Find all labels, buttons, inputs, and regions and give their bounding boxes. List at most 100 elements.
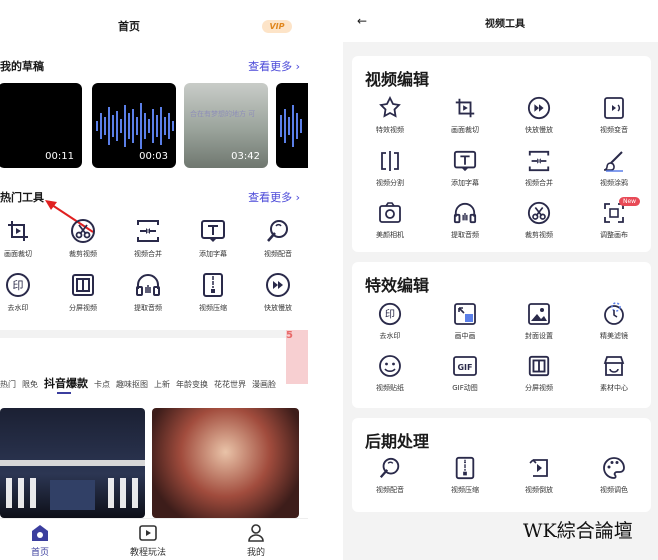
merge-icon <box>137 220 159 242</box>
tool-beauty-camera[interactable]: 美颜相机 <box>360 201 420 240</box>
drafts-more-link[interactable]: 查看更多 › <box>248 58 300 74</box>
tab-beat[interactable]: 卡点 <box>94 380 110 389</box>
split-screen-icon <box>72 274 94 296</box>
hot-tools-more-link[interactable]: 查看更多 › <box>248 189 300 205</box>
tool-label: 添加字幕 <box>199 250 227 258</box>
tool-extract-audio[interactable]: 提取音频 <box>118 272 178 313</box>
nav-label: 我的 <box>246 548 265 558</box>
tool-dubbing[interactable]: 视频配音 <box>360 456 420 495</box>
tab-age[interactable]: 年龄变换 <box>176 380 208 389</box>
split-icon <box>381 151 399 171</box>
tool-effects[interactable]: 特效视频 <box>360 96 420 135</box>
tool-label: 视频分割 <box>376 179 404 187</box>
tool-label: 去水印 <box>379 332 401 340</box>
section-title: 视频编辑 <box>365 70 430 89</box>
tool-materials[interactable]: 素材中心 <box>584 354 644 393</box>
star-icon <box>379 96 401 118</box>
hot-tools-title: 热门工具 <box>0 191 44 204</box>
tab-hot[interactable]: 热门 <box>0 380 16 389</box>
text-icon <box>201 220 225 242</box>
nav-tutorial[interactable]: 教程玩法 <box>118 523 178 558</box>
palette-icon <box>603 457 625 479</box>
video-tools-screen: ← 视频工具 视频编辑 特效视频 画面裁切 快放慢放 视频变音 视频分割 添加字… <box>343 0 658 560</box>
draft-duration: 03:42 <box>231 151 260 162</box>
tool-voice-change[interactable]: 视频变音 <box>584 96 644 135</box>
tool-label: GIF动图 <box>452 384 478 392</box>
draft-item[interactable] <box>276 83 308 168</box>
tool-label: 视频压缩 <box>199 304 227 312</box>
headphones-icon <box>136 274 160 296</box>
tool-cover[interactable]: 封面设置 <box>509 302 569 341</box>
back-arrow-icon[interactable]: ← <box>357 14 367 28</box>
tool-canvas[interactable]: 调整画布 <box>584 201 644 240</box>
crop-icon <box>455 98 475 118</box>
tool-label: 特效视频 <box>376 126 404 134</box>
tool-trim[interactable]: 裁剪视频 <box>509 201 569 240</box>
tab-flowers[interactable]: 花花世界 <box>214 380 246 389</box>
tool-split-screen[interactable]: 分屏视频 <box>53 272 113 313</box>
vip-badge[interactable]: VIP <box>262 20 292 33</box>
tool-pip[interactable]: 画中画 <box>435 302 495 341</box>
draft-item[interactable]: 00:11 <box>0 83 82 168</box>
template-card[interactable] <box>152 408 299 518</box>
tool-speed[interactable]: 快放慢放 <box>248 272 308 313</box>
section-video-edit: 视频编辑 特效视频 画面裁切 快放慢放 视频变音 视频分割 添加字幕 视频合并 <box>352 56 651 252</box>
zip-icon <box>455 456 475 480</box>
tab-cutout[interactable]: 趣味抠图 <box>116 380 148 389</box>
scissors-icon <box>71 219 95 243</box>
merge-icon <box>528 150 550 172</box>
draft-item[interactable]: 合在有梦想的地方 可 03:42 <box>184 83 268 168</box>
tool-extract-audio[interactable]: 提取音频 <box>435 201 495 240</box>
tool-label: 画中画 <box>454 332 476 340</box>
tool-filter[interactable]: 精美滤镜 <box>584 302 644 341</box>
tool-reverse[interactable]: 视频倒放 <box>509 456 569 495</box>
tool-remove-watermark[interactable]: 印 去水印 <box>0 272 48 313</box>
svg-text:印: 印 <box>13 279 24 292</box>
tool-compress[interactable]: 视频压缩 <box>435 456 495 495</box>
tool-subtitle[interactable]: 添加字幕 <box>183 218 243 259</box>
tool-sticker[interactable]: 视频贴纸 <box>360 354 420 393</box>
tool-label: 精美滤镜 <box>600 332 628 340</box>
tab-douyin[interactable]: 抖音爆款 <box>44 377 88 390</box>
tool-subtitle[interactable]: 添加字幕 <box>435 149 495 188</box>
promo-text: 5 <box>286 330 293 341</box>
tab-free[interactable]: 限免 <box>22 380 38 389</box>
draft-duration: 00:03 <box>139 151 168 162</box>
tool-label: 封面设置 <box>525 332 553 340</box>
template-card[interactable] <box>0 408 145 518</box>
tool-compress[interactable]: 视频压缩 <box>183 272 243 313</box>
tool-crop[interactable]: 画面裁切 <box>435 96 495 135</box>
sticker-icon <box>379 355 401 377</box>
tool-speed[interactable]: 快放慢放 <box>509 96 569 135</box>
screen-gap <box>308 0 343 560</box>
tool-merge[interactable]: 视频合并 <box>509 149 569 188</box>
nav-profile[interactable]: 我的 <box>226 523 286 558</box>
tools-header: ← 视频工具 <box>343 0 658 42</box>
tool-remove-watermark[interactable]: 印 去水印 <box>360 302 420 341</box>
tool-merge[interactable]: 视频合并 <box>118 218 178 259</box>
tab-comic[interactable]: 漫画脸 <box>252 380 276 389</box>
mic-icon <box>267 220 288 242</box>
tool-doodle[interactable]: 视频涂鸦 <box>584 149 644 188</box>
tool-label: 裁剪视频 <box>69 250 97 258</box>
tool-gif[interactable]: GIF GIF动图 <box>435 354 495 393</box>
new-badge: New <box>619 197 641 206</box>
tool-color-grade[interactable]: 视频调色 <box>584 456 644 495</box>
tool-trim[interactable]: 裁剪视频 <box>53 218 113 259</box>
tool-split[interactable]: 视频分割 <box>360 149 420 188</box>
home-screen: 首页 VIP 我的草稿 查看更多 › 00:11 00:03 合在有梦想的地方 … <box>0 0 308 560</box>
tab-new[interactable]: 上新 <box>154 380 170 389</box>
bottom-nav: 首页 教程玩法 我的 <box>0 518 308 560</box>
draft-item[interactable]: 00:03 <box>92 83 176 168</box>
draft-caption: 合在有梦想的地方 可 <box>190 110 256 118</box>
tool-split-screen[interactable]: 分屏视频 <box>509 354 569 393</box>
split-screen-icon <box>528 355 550 377</box>
filter-icon <box>604 302 624 325</box>
tool-dubbing[interactable]: 视频配音 <box>248 218 308 259</box>
tool-crop[interactable]: 画面裁切 <box>0 218 48 259</box>
tool-label: 分屏视频 <box>69 304 97 312</box>
nav-home[interactable]: 首页 <box>10 523 70 558</box>
tool-label: 提取音频 <box>134 304 162 312</box>
scissors-icon <box>527 201 551 225</box>
tool-label: 视频倒放 <box>525 486 553 494</box>
